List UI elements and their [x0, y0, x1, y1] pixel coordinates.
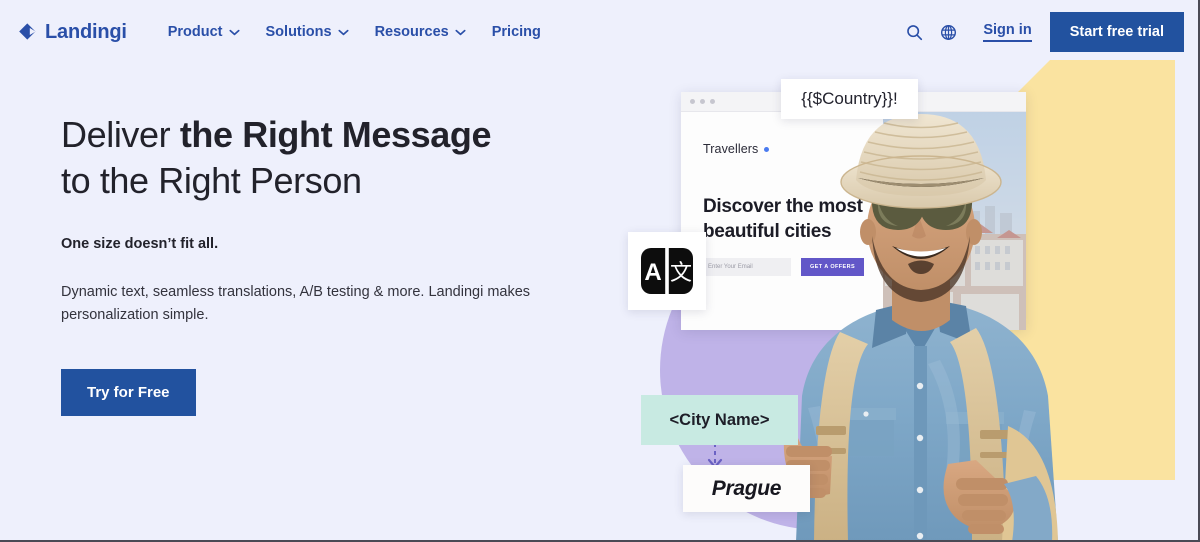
page-title: Deliver the Right Message to the Right P…	[61, 112, 581, 204]
window-dot-yellow	[700, 99, 705, 104]
nav-item-pricing[interactable]: Pricing	[479, 18, 554, 46]
nav-item-resources[interactable]: Resources	[362, 18, 479, 46]
svg-text:文: 文	[670, 261, 692, 286]
nav-item-product-label: Product	[167, 24, 223, 40]
svg-text:A: A	[644, 259, 661, 286]
start-free-trial-button[interactable]: Start free trial	[1049, 12, 1184, 52]
globe-icon	[940, 24, 956, 40]
chevron-down-icon	[455, 29, 466, 35]
translate-icon-callout: A 文	[628, 232, 706, 310]
hero-copy: Deliver the Right Message to the Right P…	[61, 112, 581, 416]
city-token-label: <City Name>	[669, 410, 770, 429]
city-token-callout: <City Name>	[641, 395, 798, 445]
chevron-down-icon	[338, 29, 349, 35]
translate-icon: A 文	[641, 248, 693, 294]
mockup-brand: Travellers	[703, 142, 770, 156]
headline-light-part-1: Deliver	[61, 114, 180, 155]
traveller-illustration	[783, 114, 1058, 540]
hero-body-text: Dynamic text, seamless translations, A/B…	[61, 284, 531, 323]
traveller-photo	[780, 96, 1110, 540]
country-token-label: {{$Country}}!	[801, 89, 898, 108]
brand-logo[interactable]: Landingi	[18, 21, 127, 44]
hero-visual: Travellers Discover the most beautiful c…	[600, 0, 1198, 540]
sign-in-link[interactable]: Sign in	[983, 22, 1032, 42]
landingi-diamond-logo-icon	[19, 23, 36, 40]
chevron-down-icon	[228, 29, 240, 35]
main-navigation: Product Solutions Resources Pricing	[155, 18, 554, 46]
site-header: Landingi Product Solutions Resources Pri…	[0, 0, 1198, 64]
language-button[interactable]	[931, 15, 965, 49]
nav-item-solutions[interactable]: Solutions	[253, 18, 362, 46]
city-value-label: Prague	[711, 476, 782, 500]
window-dot-red	[690, 99, 695, 104]
straw-hat-icon	[840, 114, 1002, 209]
nav-item-pricing-label: Pricing	[491, 24, 541, 40]
header-actions: Sign in Start free trial	[897, 12, 1184, 52]
headline-bold-part: the Right Message	[179, 114, 492, 155]
nav-item-solutions-label: Solutions	[265, 24, 332, 40]
nav-item-resources-label: Resources	[374, 24, 449, 40]
hero-subheading: One size doesn’t fit all.	[61, 236, 219, 252]
try-for-free-button[interactable]: Try for Free	[61, 369, 196, 416]
mockup-brand-label: Travellers	[703, 142, 759, 156]
search-button[interactable]	[897, 15, 931, 49]
mockup-brand-dot-icon	[764, 146, 770, 152]
nav-item-product[interactable]: Product	[155, 18, 253, 46]
headline-light-part-2: to the Right Person	[61, 160, 362, 201]
country-token-callout: {{$Country}}!	[781, 79, 918, 119]
window-dot-green	[710, 99, 715, 104]
brand-name: Landingi	[45, 20, 127, 43]
mockup-email-input[interactable]: Enter Your Email	[703, 258, 791, 276]
city-value-callout: Prague	[683, 465, 810, 512]
landing-page: Landingi Product Solutions Resources Pri…	[0, 0, 1200, 542]
search-icon	[907, 24, 922, 40]
